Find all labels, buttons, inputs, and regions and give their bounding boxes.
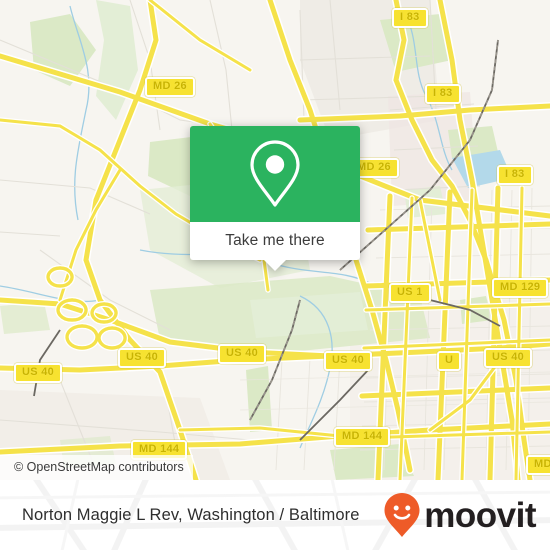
road-shield-i83-east: I 83 — [497, 165, 533, 185]
map-pin-icon — [250, 140, 300, 207]
map-canvas[interactable]: .park { fill:#dbe9c6; } .park2 { fill:#e… — [0, 0, 550, 480]
road-shield-us40-east: US 40 — [484, 348, 533, 368]
place-title: Norton Maggie L Rev, Washington / Baltim… — [22, 505, 360, 524]
popup-header — [190, 126, 360, 222]
road-shield-us40-west: US 40 — [118, 348, 167, 368]
road-shield-md26-west: MD 26 — [145, 77, 195, 97]
road-shield-us-partial: U — [437, 351, 462, 371]
osm-attribution[interactable]: © OpenStreetMap contributors — [0, 455, 193, 480]
road-shield-us40-center: US 40 — [324, 351, 373, 371]
location-popup-card[interactable]: Take me there — [190, 126, 360, 271]
take-me-there-button[interactable]: Take me there — [190, 222, 360, 260]
moovit-smiley-pin-icon — [384, 493, 420, 537]
road-shield-us1: US 1 — [389, 283, 431, 303]
road-shield-us40-farwest: US 40 — [14, 363, 63, 383]
map-screenshot: .park { fill:#dbe9c6; } .park2 { fill:#e… — [0, 0, 550, 550]
road-shield-md-partial: MD — [526, 455, 550, 475]
moovit-wordmark: moovit — [424, 495, 536, 535]
road-shield-md144-east: MD 144 — [334, 427, 391, 447]
take-me-there-label: Take me there — [225, 232, 325, 249]
road-shield-md129: MD 129 — [492, 278, 549, 298]
popup-pointer-tail — [264, 260, 286, 271]
road-shield-i83-mid: I 83 — [425, 84, 461, 104]
road-shield-us40-midwest: US 40 — [218, 344, 267, 364]
footer-bar: Norton Maggie L Rev, Washington / Baltim… — [0, 480, 550, 550]
road-shield-i83-north: I 83 — [392, 8, 428, 28]
moovit-brand[interactable]: moovit — [382, 491, 536, 539]
